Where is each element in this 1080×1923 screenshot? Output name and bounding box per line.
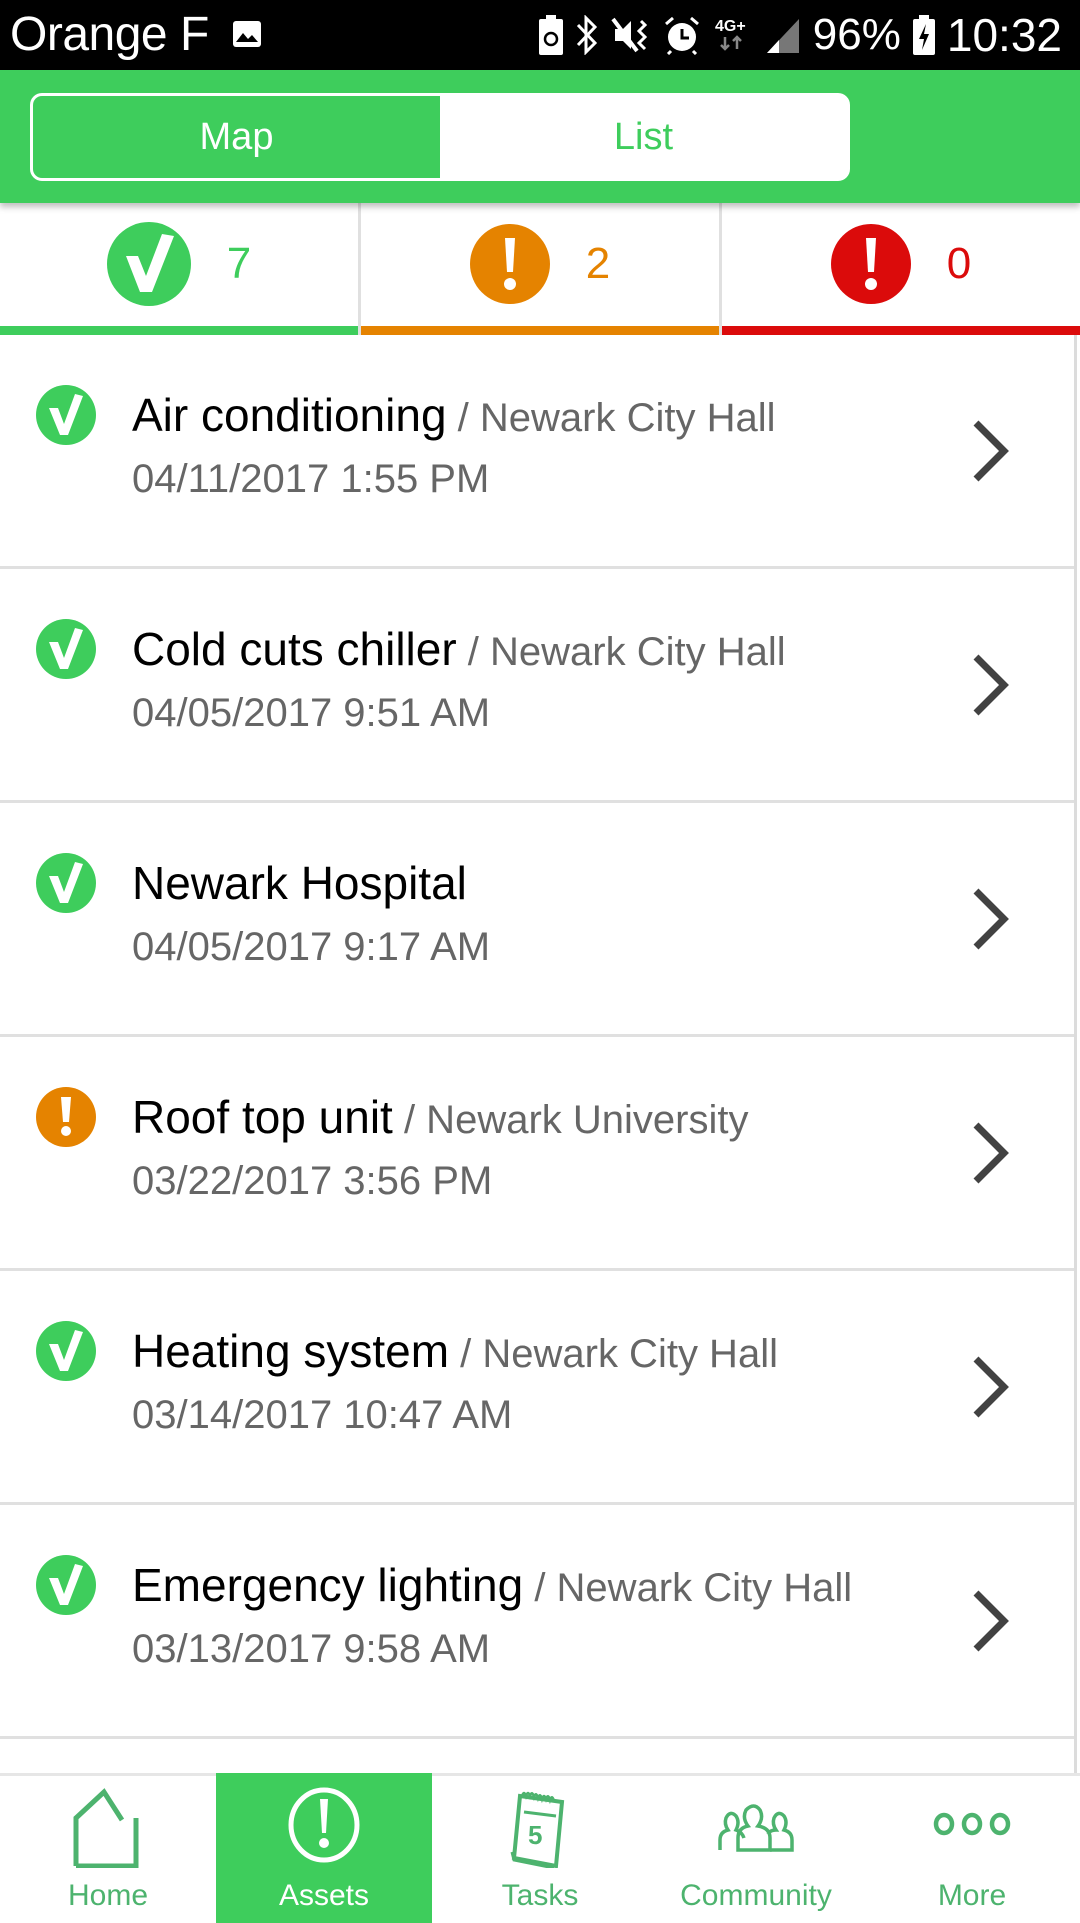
chevron-right-icon [973, 1122, 1009, 1184]
status-bar: Orange F 4G+ 96% 10:32 [0, 0, 1080, 70]
ok-status-icon [36, 853, 96, 913]
bottom-nav: Home Assets 5 Tasks Community More [0, 1773, 1080, 1923]
carrier-name: Orange F [10, 8, 209, 61]
nav-more-label: More [937, 1879, 1007, 1912]
asset-title: Roof top unit / Newark University [132, 1087, 748, 1150]
asset-title: Emergency lighting / Newark City Hall [132, 1555, 852, 1618]
nav-community[interactable]: Community [648, 1776, 864, 1923]
asset-title: Newark Hospital [132, 853, 467, 916]
ok-status-icon [36, 1555, 96, 1615]
asset-date: 03/22/2017 3:56 PM [132, 1159, 493, 1203]
chevron-right-icon [973, 420, 1009, 482]
nav-home[interactable]: Home [0, 1776, 216, 1923]
chevron-right-icon [973, 888, 1009, 950]
battery-charging-icon [912, 15, 935, 55]
ok-status-icon [36, 1321, 96, 1381]
list-tab[interactable]: List [440, 96, 847, 178]
alarm-icon [664, 16, 699, 55]
ok-underline [0, 326, 358, 335]
warning-status-icon [36, 1087, 96, 1147]
nav-more[interactable]: More [864, 1776, 1080, 1923]
asset-title: Air conditioning / Newark City Hall [132, 385, 775, 448]
asset-list: Air conditioning / Newark City Hall 04/1… [0, 335, 1074, 1739]
chevron-right-icon [973, 654, 1009, 716]
warning-count: 2 [585, 239, 611, 288]
svg-text:4G+: 4G+ [715, 18, 746, 35]
home-icon [73, 1788, 139, 1868]
asset-location: / Newark City Hall [456, 630, 786, 674]
nav-community-label: Community [680, 1879, 832, 1912]
ok-status-icon [36, 619, 96, 679]
asset-row[interactable]: Emergency lighting / Newark City Hall 03… [0, 1505, 1074, 1739]
ok-count: 7 [226, 239, 252, 288]
bluetooth-icon [576, 15, 597, 55]
calendar-icon: 5 [510, 1791, 565, 1868]
exclamation-circle-icon [830, 224, 911, 304]
network-4g-plus-icon: 4G+ [715, 18, 746, 51]
ok-filter[interactable]: 7 [0, 203, 358, 335]
people-icon [718, 1804, 794, 1852]
asset-date: 04/11/2017 1:55 PM [132, 457, 490, 501]
asset-title: Heating system / Newark City Hall [132, 1321, 778, 1384]
map-tab[interactable]: Map [33, 96, 440, 178]
signal-icon [766, 19, 799, 53]
alarm-underline [722, 326, 1080, 335]
asset-date: 03/14/2017 10:47 AM [132, 1393, 513, 1437]
asset-title: Cold cuts chiller / Newark City Hall [132, 619, 786, 682]
asset-row[interactable]: Cold cuts chiller / Newark City Hall 04/… [0, 569, 1074, 803]
asset-date: 04/05/2017 9:51 AM [132, 691, 491, 735]
vibrate-mute-icon [611, 17, 647, 53]
asset-name: Air conditioning [132, 389, 447, 441]
asset-row[interactable]: Roof top unit / Newark University 03/22/… [0, 1037, 1074, 1271]
svg-text:5: 5 [528, 1820, 542, 1850]
nav-assets-label: Assets [278, 1879, 370, 1912]
nav-assets[interactable]: Assets [216, 1773, 432, 1923]
asset-name: Emergency lighting [132, 1559, 524, 1611]
exclamation-circle-icon [469, 224, 550, 304]
asset-name: Cold cuts chiller [132, 623, 457, 675]
asset-date: 04/05/2017 9:17 AM [132, 925, 491, 969]
view-toggle: Map List [30, 93, 850, 181]
alarm-filter[interactable]: 0 [719, 203, 1080, 335]
chevron-right-icon [973, 1356, 1009, 1418]
asset-location: / Newark University [392, 1098, 749, 1142]
asset-location: / Newark City Hall [523, 1566, 853, 1610]
asset-name: Roof top unit [132, 1091, 393, 1143]
asset-location: / Newark City Hall [446, 396, 776, 440]
battery-percent: 96% [812, 10, 901, 59]
scrollbar[interactable] [1074, 335, 1077, 1773]
warning-filter[interactable]: 2 [358, 203, 719, 335]
asset-row[interactable]: Newark Hospital 04/05/2017 9:17 AM [0, 803, 1074, 1037]
clock: 10:32 [946, 9, 1062, 61]
gallery-icon [233, 21, 261, 47]
exclamation-circle-icon [288, 1787, 360, 1863]
nav-tasks[interactable]: 5 Tasks [432, 1776, 648, 1923]
asset-name: Heating system [132, 1325, 450, 1377]
asset-row[interactable]: Heating system / Newark City Hall 03/14/… [0, 1271, 1074, 1505]
status-summary: 7 2 0 [0, 203, 1080, 335]
asset-name: Newark Hospital [132, 857, 467, 909]
battery-saver-icon [538, 15, 563, 55]
more-dots-icon [933, 1812, 1011, 1836]
warning-underline [361, 326, 719, 335]
asset-date: 03/13/2017 9:58 AM [132, 1627, 491, 1671]
asset-location: / Newark City Hall [449, 1332, 778, 1376]
nav-tasks-label: Tasks [501, 1879, 579, 1912]
nav-home-label: Home [67, 1879, 149, 1912]
ok-status-icon [36, 385, 96, 445]
header: Map List [0, 70, 1080, 203]
asset-row[interactable]: Air conditioning / Newark City Hall 04/1… [0, 335, 1074, 569]
check-circle-icon [106, 222, 191, 306]
alarm-count: 0 [946, 239, 972, 288]
chevron-right-icon [973, 1590, 1009, 1652]
